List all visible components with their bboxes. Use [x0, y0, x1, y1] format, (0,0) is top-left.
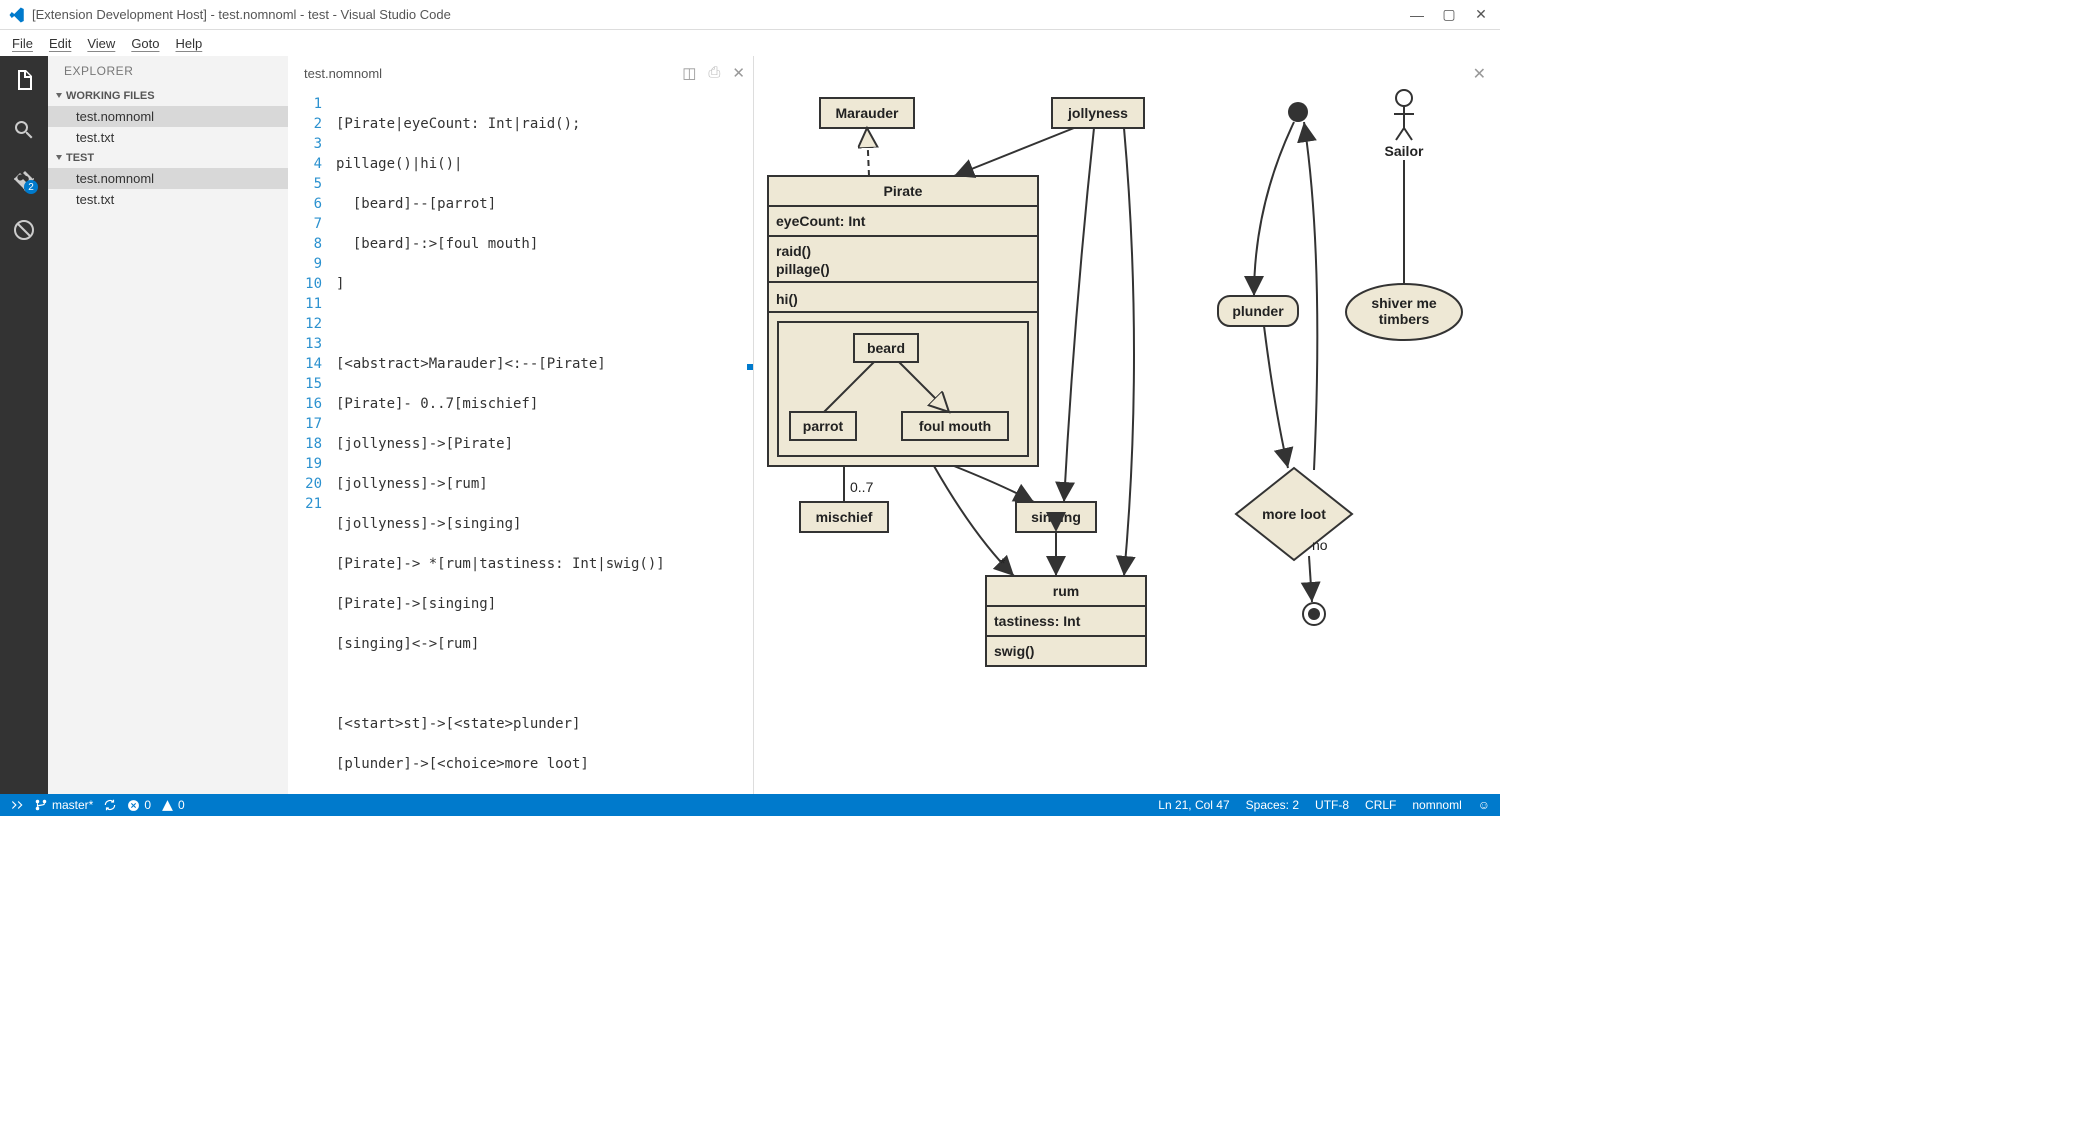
status-bar: master* 0 0 Ln 21, Col 47 Spaces: 2 UTF-…	[0, 794, 1500, 816]
svg-text:pillage(): pillage()	[776, 261, 830, 277]
overview-ruler[interactable]	[747, 90, 753, 794]
menu-edit[interactable]: Edit	[41, 34, 79, 53]
svg-text:mischief: mischief	[816, 509, 873, 525]
error-icon	[127, 799, 140, 812]
search-icon	[12, 118, 36, 142]
nomnoml-diagram: Marauder jollyness Pirate eyeCount: Int …	[754, 56, 1500, 794]
svg-text:no: no	[1312, 537, 1328, 553]
status-encoding[interactable]: UTF-8	[1315, 798, 1349, 812]
explorer-title: EXPLORER	[48, 56, 288, 86]
split-editor-icon[interactable]: ◫	[682, 64, 696, 82]
svg-text:plunder: plunder	[1232, 303, 1284, 319]
close-preview-icon[interactable]: ✕	[1473, 64, 1486, 84]
minimize-button[interactable]: —	[1410, 8, 1424, 22]
activity-debug[interactable]	[8, 214, 40, 246]
menu-view[interactable]: View	[79, 34, 123, 53]
svg-text:foul mouth: foul mouth	[919, 418, 991, 434]
git-badge: 2	[24, 180, 38, 194]
working-file-txt[interactable]: test.txt	[48, 127, 288, 148]
menu-bar: File Edit View Goto Help	[0, 30, 1500, 56]
status-errors[interactable]: 0	[127, 798, 151, 812]
svg-text:Sailor: Sailor	[1385, 143, 1424, 159]
working-files-header[interactable]: WORKING FILES	[48, 86, 288, 106]
chevron-down-icon	[56, 155, 62, 160]
svg-text:rum: rum	[1053, 583, 1079, 599]
sync-icon	[103, 798, 117, 812]
svg-text:eyeCount: Int: eyeCount: Int	[776, 213, 866, 229]
status-warnings[interactable]: 0	[161, 798, 185, 812]
editor-body[interactable]: 1 2 3 4 5 6 7 8 9 10 11 12 13 14 15 16 1…	[288, 90, 753, 794]
status-sync[interactable]	[103, 798, 117, 812]
svg-text:more loot: more loot	[1262, 506, 1326, 522]
start-node	[1288, 102, 1308, 122]
close-button[interactable]: ✕	[1474, 8, 1488, 22]
svg-text:tastiness: Int: tastiness: Int	[994, 613, 1081, 629]
close-editor-icon[interactable]: ✕	[732, 64, 745, 82]
activity-explorer[interactable]	[8, 64, 40, 96]
svg-text:0..7: 0..7	[850, 479, 874, 495]
editor-panel: test.nomnoml ◫ ⎙ ✕ 1 2 3 4 5 6 7 8 9 10 …	[288, 56, 754, 794]
status-ln-col[interactable]: Ln 21, Col 47	[1158, 798, 1229, 812]
svg-text:singing: singing	[1031, 509, 1081, 525]
svg-text:swig(): swig()	[994, 643, 1034, 659]
status-feedback[interactable]: ☺	[1478, 798, 1490, 812]
line-gutter: 1 2 3 4 5 6 7 8 9 10 11 12 13 14 15 16 1…	[288, 90, 336, 794]
menu-goto[interactable]: Goto	[123, 34, 167, 53]
svg-text:*: *	[1000, 555, 1006, 571]
editor-tab-bar: test.nomnoml ◫ ⎙ ✕	[288, 56, 753, 90]
folder-header[interactable]: TEST	[48, 148, 288, 168]
svg-text:Pirate: Pirate	[884, 183, 923, 199]
title-bar: [Extension Development Host] - test.nomn…	[0, 0, 1500, 30]
folder-file-nomnoml[interactable]: test.nomnoml	[48, 168, 288, 189]
ruler-mark	[747, 364, 753, 370]
window-title: [Extension Development Host] - test.nomn…	[32, 7, 1410, 22]
svg-text:shiver me: shiver me	[1371, 295, 1437, 311]
svg-text:hi(): hi()	[776, 291, 798, 307]
warning-icon	[161, 799, 174, 812]
activity-search[interactable]	[8, 114, 40, 146]
preview-icon[interactable]: ⎙	[708, 64, 720, 82]
menu-file[interactable]: File	[4, 34, 41, 53]
preview-panel: ✕ Marauder jollyness Pirate eyeCount: In…	[754, 56, 1500, 794]
debug-icon	[12, 218, 36, 242]
git-branch-icon	[34, 798, 48, 812]
svg-text:jollyness: jollyness	[1067, 105, 1128, 121]
svg-text:Marauder: Marauder	[835, 105, 899, 121]
editor-tab[interactable]: test.nomnoml	[296, 60, 390, 87]
svg-text:parrot: parrot	[803, 418, 844, 434]
chevron-down-icon	[56, 93, 62, 98]
vscode-icon	[8, 6, 26, 24]
folder-file-txt[interactable]: test.txt	[48, 189, 288, 210]
activity-bar: 2	[0, 56, 48, 794]
working-file-nomnoml[interactable]: test.nomnoml	[48, 106, 288, 127]
svg-text:timbers: timbers	[1379, 311, 1430, 327]
status-spaces[interactable]: Spaces: 2	[1246, 798, 1299, 812]
activity-git[interactable]: 2	[8, 164, 40, 196]
status-branch[interactable]: master*	[34, 798, 93, 812]
files-icon	[12, 68, 36, 92]
status-remote[interactable]	[10, 798, 24, 812]
code-content[interactable]: [Pirate|eyeCount: Int|raid(); pillage()|…	[336, 90, 753, 794]
maximize-button[interactable]: ▢	[1442, 8, 1456, 22]
menu-help[interactable]: Help	[168, 34, 211, 53]
svg-text:beard: beard	[867, 340, 905, 356]
status-eol[interactable]: CRLF	[1365, 798, 1396, 812]
svg-text:raid(): raid()	[776, 243, 811, 259]
explorer-sidebar: EXPLORER WORKING FILES test.nomnoml test…	[48, 56, 288, 794]
status-lang[interactable]: nomnoml	[1412, 798, 1461, 812]
